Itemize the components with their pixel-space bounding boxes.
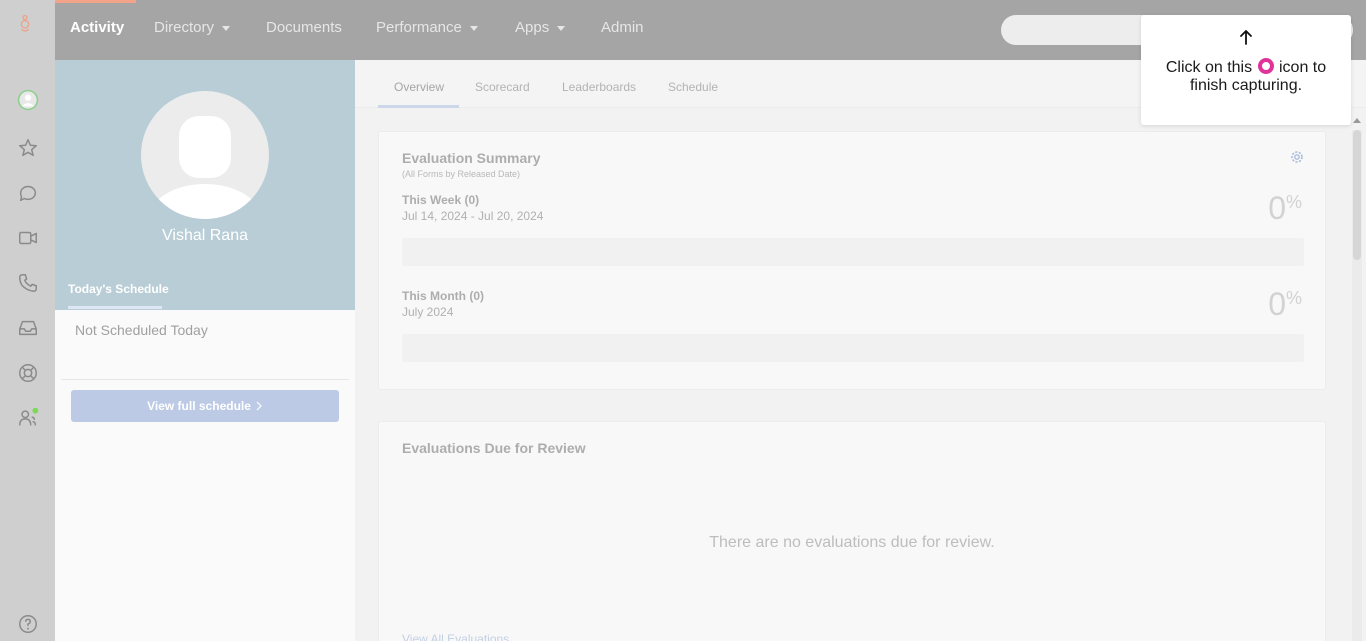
tab-todays-schedule[interactable]: Today's Schedule bbox=[68, 282, 169, 296]
card-title: Evaluations Due for Review bbox=[402, 440, 586, 456]
inbox-icon[interactable] bbox=[14, 314, 42, 342]
tab-overview[interactable]: Overview bbox=[394, 80, 444, 94]
card-title: Evaluation Summary bbox=[402, 150, 541, 166]
star-icon[interactable] bbox=[14, 134, 42, 162]
scroll-thumb[interactable] bbox=[1353, 130, 1361, 260]
logo-icon[interactable] bbox=[14, 12, 42, 48]
tab-underline bbox=[378, 105, 459, 108]
user-placeholder-icon bbox=[149, 116, 261, 219]
divider bbox=[61, 379, 349, 380]
chat-icon[interactable] bbox=[14, 179, 42, 207]
evaluation-summary-card: Evaluation Summary (All Forms by Release… bbox=[378, 131, 1326, 390]
tab-leaderboards[interactable]: Leaderboards bbox=[562, 80, 636, 94]
week-range: Jul 14, 2024 - Jul 20, 2024 bbox=[402, 209, 544, 223]
chevron-right-icon bbox=[256, 401, 262, 411]
capture-tooltip: Click on this icon to finish capturing. bbox=[1141, 15, 1351, 125]
card-subtitle: (All Forms by Released Date) bbox=[402, 169, 521, 179]
empty-message: There are no evaluations due for review. bbox=[709, 534, 995, 551]
chevron-down-icon bbox=[469, 26, 478, 31]
nav-activity[interactable]: Activity bbox=[70, 19, 124, 36]
nav-apps[interactable]: Apps bbox=[515, 19, 566, 36]
gear-icon[interactable] bbox=[1289, 149, 1305, 165]
nav-directory[interactable]: Directory bbox=[154, 19, 231, 36]
month-range: July 2024 bbox=[402, 305, 454, 319]
profile-name: Vishal Rana bbox=[162, 227, 248, 244]
help-icon[interactable] bbox=[14, 610, 42, 638]
view-full-schedule-button[interactable]: View full schedule bbox=[71, 390, 339, 422]
chevron-down-icon bbox=[222, 26, 231, 31]
avatar bbox=[141, 91, 269, 219]
schedule-status: Not Scheduled Today bbox=[75, 322, 208, 338]
phone-icon[interactable] bbox=[14, 269, 42, 297]
month-percentage: 0% bbox=[1268, 286, 1302, 322]
arrow-up-icon bbox=[1240, 30, 1252, 45]
view-all-evaluations-link[interactable]: View All Evaluations bbox=[402, 632, 509, 641]
people-status-icon[interactable] bbox=[14, 404, 42, 432]
capture-ring-icon bbox=[1257, 58, 1274, 74]
left-rail bbox=[0, 0, 55, 641]
tab-underline bbox=[68, 306, 162, 309]
video-icon[interactable] bbox=[14, 224, 42, 252]
nav-documents[interactable]: Documents bbox=[266, 19, 342, 36]
tooltip-text: Click on this icon to finish capturing. bbox=[1165, 58, 1327, 94]
week-label: This Week (0) bbox=[402, 193, 480, 207]
chevron-down-icon bbox=[557, 26, 566, 31]
active-nav-indicator bbox=[55, 0, 136, 3]
week-percentage: 0% bbox=[1268, 190, 1302, 226]
month-label: This Month (0) bbox=[402, 289, 484, 303]
user-avatar-icon[interactable] bbox=[14, 86, 42, 114]
tab-schedule[interactable]: Schedule bbox=[668, 80, 718, 94]
nav-admin[interactable]: Admin bbox=[601, 19, 644, 36]
month-progress-bar bbox=[402, 334, 1304, 362]
evaluations-due-card: Evaluations Due for Review There are no … bbox=[378, 421, 1326, 641]
vertical-scrollbar[interactable] bbox=[1352, 118, 1362, 641]
support-icon[interactable] bbox=[14, 359, 42, 387]
scroll-up-icon[interactable] bbox=[1353, 118, 1361, 123]
nav-performance[interactable]: Performance bbox=[376, 19, 478, 36]
week-progress-bar bbox=[402, 238, 1304, 266]
main-content: Overview Scorecard Leaderboards Schedule… bbox=[355, 60, 1366, 641]
tab-scorecard[interactable]: Scorecard bbox=[475, 80, 530, 94]
profile-header: Vishal Rana Today's Schedule bbox=[55, 60, 355, 310]
schedule-panel: Not Scheduled Today View full schedule bbox=[55, 310, 355, 641]
